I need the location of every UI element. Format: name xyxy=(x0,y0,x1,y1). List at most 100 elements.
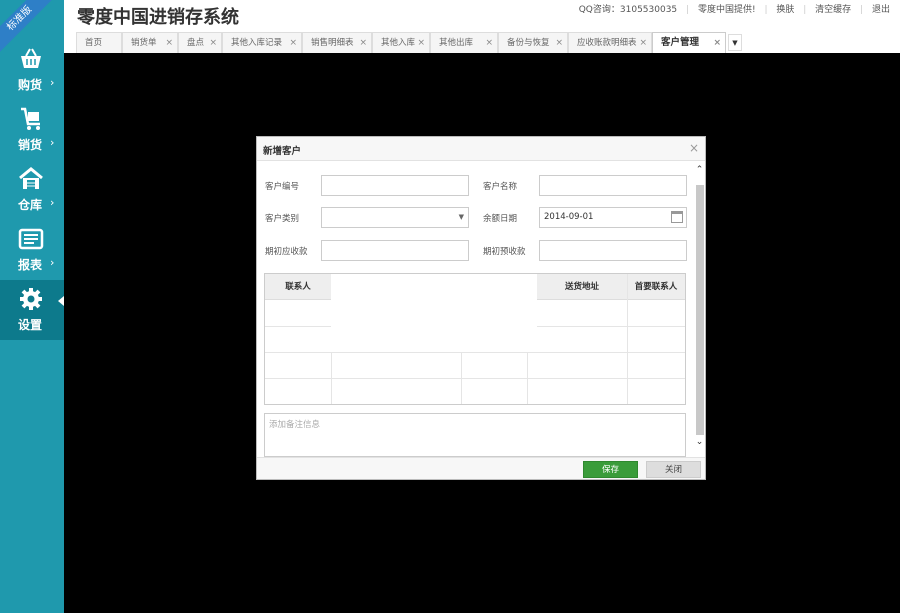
initial-receivable-input[interactable] xyxy=(321,240,469,261)
tab-other-inbound-records[interactable]: 其他入库记录 × xyxy=(222,32,302,53)
grid-overlay xyxy=(331,274,537,352)
close-icon[interactable]: × xyxy=(417,33,425,53)
clear-cache-link[interactable]: 清空缓存 xyxy=(815,5,851,15)
initial-prepaid-label: 期初预收款 xyxy=(483,247,526,257)
column-header-contact: 联系人 xyxy=(265,274,331,300)
sidebar-item-label: 购货 xyxy=(18,78,43,92)
dropdown-arrow-icon: ▼ xyxy=(458,213,464,221)
close-icon[interactable]: × xyxy=(485,33,493,53)
provider-link[interactable]: 零度中国提供! xyxy=(698,5,756,15)
sidebar-item-label: 报表 xyxy=(18,258,43,272)
tab-home[interactable]: 首页 xyxy=(76,32,122,53)
cart-icon xyxy=(21,107,40,130)
tab-sales-order[interactable]: 销货单 × xyxy=(122,32,178,53)
close-icon[interactable]: × xyxy=(209,33,217,53)
close-icon[interactable]: × xyxy=(359,33,367,53)
tab-backup-restore[interactable]: 备份与恢复 × xyxy=(498,32,568,53)
tab-sales-detail[interactable]: 销售明细表 × xyxy=(302,32,372,53)
sidebar-item-label: 设置 xyxy=(18,318,43,332)
top-links: QQ咨询：3105530035 | 零度中国提供! | 换肤 | 清空缓存 | … xyxy=(573,2,890,15)
dialog-footer: 保存 关闭 xyxy=(257,457,705,479)
save-button[interactable]: 保存 xyxy=(583,461,638,478)
tab-label: 备份与恢复 xyxy=(507,38,550,48)
chevron-right-icon: › xyxy=(50,196,55,209)
tab-label: 盘点 xyxy=(187,38,205,48)
close-icon[interactable]: × xyxy=(689,141,699,155)
sidebar-item-sales[interactable]: 销货 › xyxy=(0,100,64,160)
divider: | xyxy=(764,5,768,15)
tab-receivables-detail[interactable]: 应收账款明细表 × xyxy=(568,32,652,53)
contacts-table: 联系人 送货地址 首要联系人 xyxy=(264,273,686,405)
active-pointer xyxy=(58,296,64,306)
close-icon[interactable]: × xyxy=(165,33,173,53)
divider: | xyxy=(686,5,690,15)
balance-date-input[interactable]: 2014-09-01 xyxy=(539,207,687,228)
tab-bar: 首页 销货单 × 盘点 × 其他入库记录 × 销售明细表 × 其他入库 × 其他… xyxy=(76,32,900,53)
basket-icon xyxy=(21,48,41,68)
sidebar-item-purchase[interactable]: 购货 › xyxy=(0,40,64,100)
add-customer-dialog: 新增客户 × 客户编号 客户名称 客户类别 ▼ 余额日期 2014-09-01 … xyxy=(256,136,706,480)
tab-label: 其他入库记录 xyxy=(231,38,283,48)
close-icon[interactable]: × xyxy=(289,33,297,53)
sidebar-item-reports[interactable]: 报表 › xyxy=(0,220,64,280)
app-title: 零度中国进销存系统 xyxy=(77,7,239,28)
tab-other-inbound[interactable]: 其他入库 × xyxy=(372,32,430,53)
calendar-icon[interactable] xyxy=(671,211,683,223)
sidebar-item-label: 销货 xyxy=(18,138,43,152)
logout-link[interactable]: 退出 xyxy=(872,5,890,15)
dialog-title: 新增客户 xyxy=(263,146,302,157)
divider: | xyxy=(803,5,807,15)
dialog-header: 新增客户 × xyxy=(257,137,705,161)
tab-customer-management[interactable]: 客户管理 × xyxy=(652,32,726,53)
grid-col-line xyxy=(527,352,528,404)
report-icon xyxy=(18,228,44,250)
customer-type-select[interactable]: ▼ xyxy=(321,207,469,228)
sidebar: 标准版 购货 › 销货 › 仓库 › 报表 › 设置 xyxy=(0,0,64,613)
divider: | xyxy=(860,5,864,15)
grid-row-line xyxy=(265,352,685,353)
grid-col-line xyxy=(461,352,462,404)
tab-label: 其他出库 xyxy=(439,38,474,48)
qq-contact: QQ咨询：3105530035 xyxy=(578,5,678,15)
sidebar-item-warehouse[interactable]: 仓库 › xyxy=(0,160,64,220)
customer-code-input[interactable] xyxy=(321,175,469,196)
dialog-scrollbar[interactable]: ⌃ ⌄ xyxy=(694,165,705,457)
grid-col-line xyxy=(627,274,628,404)
balance-date-label: 余额日期 xyxy=(483,214,518,224)
close-icon[interactable]: × xyxy=(639,33,647,53)
balance-date-value: 2014-09-01 xyxy=(544,212,594,222)
scroll-down-icon[interactable]: ⌄ xyxy=(694,437,705,455)
close-button[interactable]: 关闭 xyxy=(646,461,701,478)
tab-label: 应收账款明细表 xyxy=(577,38,637,48)
chevron-right-icon: › xyxy=(50,136,55,149)
tab-label: 客户管理 xyxy=(661,37,700,48)
customer-name-input[interactable] xyxy=(539,175,687,196)
column-header-address: 送货地址 xyxy=(537,274,627,300)
remark-textarea[interactable]: 添加备注信息 xyxy=(264,413,686,457)
tab-stocktake[interactable]: 盘点 × xyxy=(178,32,222,53)
chevron-right-icon: › xyxy=(50,76,55,89)
close-icon[interactable]: × xyxy=(555,33,563,53)
tab-label: 首页 xyxy=(85,38,103,48)
close-icon[interactable]: × xyxy=(713,33,721,53)
customer-type-label: 客户类别 xyxy=(265,214,300,224)
gear-icon xyxy=(20,288,42,310)
chevron-right-icon: › xyxy=(50,256,55,269)
tab-label: 销售明细表 xyxy=(311,38,354,48)
sidebar-item-label: 仓库 xyxy=(18,198,43,212)
scroll-thumb[interactable] xyxy=(696,185,704,435)
initial-prepaid-input[interactable] xyxy=(539,240,687,261)
sidebar-item-settings[interactable]: 设置 xyxy=(0,280,64,340)
tab-label: 其他入库 xyxy=(381,38,416,48)
grid-row-line xyxy=(265,378,685,379)
skin-link[interactable]: 换肤 xyxy=(776,5,794,15)
column-header-primary-contact: 首要联系人 xyxy=(627,274,685,300)
scroll-up-icon[interactable]: ⌃ xyxy=(694,165,705,183)
initial-receivable-label: 期初应收款 xyxy=(265,247,308,257)
warehouse-icon xyxy=(19,167,43,189)
tab-more-dropdown[interactable]: ▼ xyxy=(728,34,742,51)
tab-other-outbound[interactable]: 其他出库 × xyxy=(430,32,498,53)
customer-code-label: 客户编号 xyxy=(265,182,300,192)
tab-label: 销货单 xyxy=(131,38,157,48)
customer-name-label: 客户名称 xyxy=(483,182,518,192)
